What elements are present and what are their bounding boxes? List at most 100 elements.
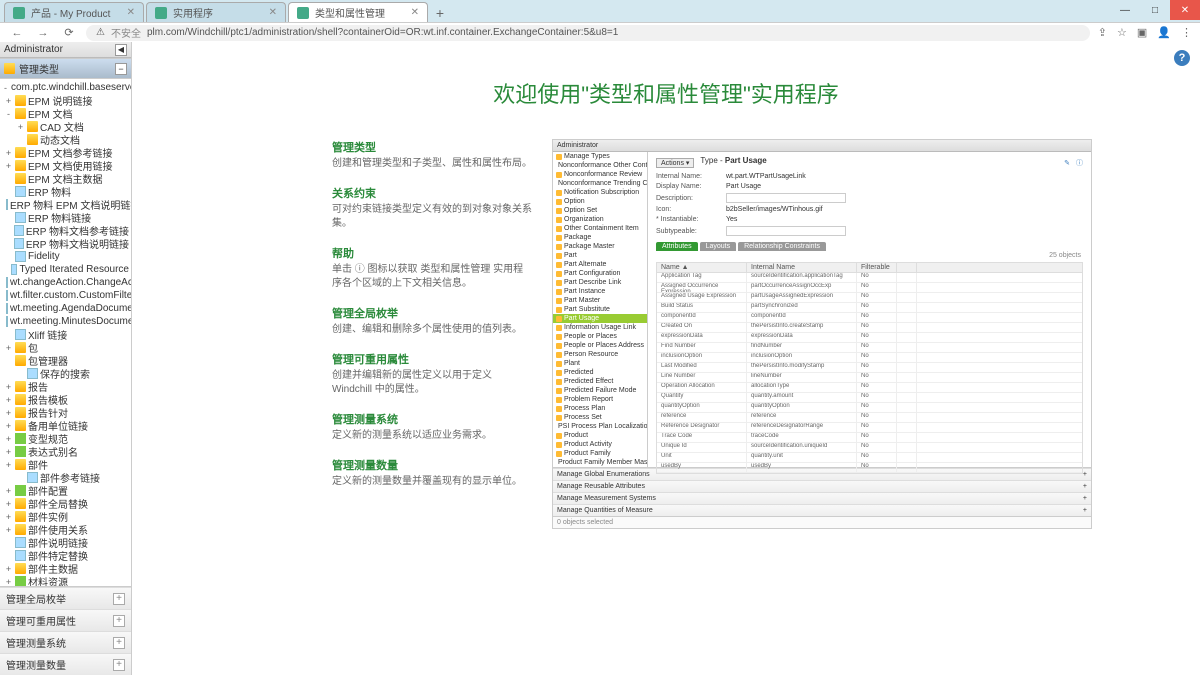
folder-icon: [27, 121, 38, 132]
tree-toggle[interactable]: +: [4, 486, 13, 496]
ss-table-row: componentIdcomponentIdNo: [657, 313, 1082, 323]
tree-toggle[interactable]: +: [4, 96, 13, 106]
ss-info-icon: ⓘ: [1076, 158, 1083, 168]
nav-back-button[interactable]: ←: [8, 24, 26, 42]
section-collapse-button[interactable]: −: [115, 63, 127, 75]
new-tab-button[interactable]: +: [430, 4, 450, 22]
folder-icon: [27, 134, 38, 145]
tree-item[interactable]: 保存的搜索: [0, 367, 131, 380]
ss-tree-item: Predicted Effect: [553, 377, 647, 386]
tree-toggle[interactable]: +: [4, 343, 13, 353]
tree-toggle[interactable]: +: [4, 395, 13, 405]
description-block: 帮助单击 ⓘ 图标以获取 类型和属性管理 实用程序各个区域的上下文相关信息。: [332, 245, 532, 291]
tree-toggle[interactable]: +: [16, 122, 25, 132]
description-text: 创建、编辑和删除多个属性使用的值列表。: [332, 323, 532, 337]
ss-tree-item: Information Usage Link: [553, 323, 647, 332]
description-title: 管理类型: [332, 139, 532, 155]
ss-form-row: Description:: [656, 193, 1083, 203]
bullet-icon: [556, 397, 562, 403]
ss-object-count: 25 objects: [1049, 252, 1081, 259]
tree-toggle[interactable]: +: [4, 512, 13, 522]
ss-table-row: expressionDataexpressionDataNo: [657, 333, 1082, 343]
tree-item-label: Typed Iterated Resource: [19, 264, 129, 275]
tree-toggle[interactable]: +: [4, 382, 13, 392]
ss-table-row: Quantityquantity.amountNo: [657, 393, 1082, 403]
help-icon[interactable]: ?: [1174, 50, 1190, 66]
tab-close-button[interactable]: ✕: [127, 7, 135, 18]
tree-item[interactable]: +材料资源: [0, 575, 131, 586]
ss-tab: Relationship Constraints: [738, 242, 826, 251]
bullet-icon: [556, 208, 562, 214]
nav-forward-button[interactable]: →: [34, 24, 52, 42]
sidebar-collapse-button[interactable]: ◀: [115, 44, 127, 56]
tree-item[interactable]: wt.filter.custom.CustomFilter: [0, 289, 131, 302]
tree-toggle[interactable]: +: [4, 148, 13, 158]
tree-toggle[interactable]: +: [4, 408, 13, 418]
tree-item[interactable]: Fidelity: [0, 250, 131, 263]
doc-icon: [6, 290, 8, 301]
extensions-icon[interactable]: ▣: [1137, 26, 1147, 39]
bullet-icon: [556, 289, 562, 295]
ss-tree-item: PSI Process Plan Localization Link: [553, 422, 647, 431]
panel-expand-button[interactable]: +: [113, 593, 125, 605]
ss-tree-item: Product Activity: [553, 440, 647, 449]
share-icon[interactable]: ⇪: [1098, 26, 1107, 39]
window-close-button[interactable]: ✕: [1170, 0, 1200, 20]
panel-expand-button[interactable]: +: [113, 615, 125, 627]
star-icon[interactable]: ☆: [1117, 26, 1127, 39]
panel-label: 管理全局枚举: [6, 591, 66, 606]
panel-expand-button[interactable]: +: [113, 637, 125, 649]
sidebar-panel[interactable]: 管理测量系统 +: [0, 631, 131, 653]
ss-tree-item: Part Alternate: [553, 260, 647, 269]
tree-toggle[interactable]: -: [4, 83, 7, 93]
tab-close-button[interactable]: ✕: [269, 7, 277, 18]
tree-item[interactable]: Xliff 链接: [0, 328, 131, 341]
panel-label: 管理测量系统: [6, 635, 66, 650]
tree-toggle[interactable]: +: [4, 525, 13, 535]
ss-table-row: usedByusedByNo: [657, 463, 1082, 473]
ss-edit-icon: ✎: [1064, 159, 1070, 167]
tree-toggle[interactable]: +: [4, 447, 13, 457]
tree-toggle[interactable]: +: [4, 564, 13, 574]
tree-toggle[interactable]: +: [4, 499, 13, 509]
tree-item[interactable]: ERP 物料文档说明链接: [0, 237, 131, 250]
doc-icon: [27, 368, 38, 379]
tree-toggle[interactable]: -: [4, 109, 13, 119]
favicon-icon: [13, 7, 25, 19]
profile-icon[interactable]: 👤: [1157, 26, 1171, 39]
browser-tab[interactable]: 产品 - My Product✕: [4, 2, 144, 22]
tree-toggle[interactable]: +: [4, 161, 13, 171]
sidebar: Administrator ◀ 管理类型 − -com.ptc.windchil…: [0, 42, 132, 675]
type-tree[interactable]: -com.ptc.windchill.baseserve+EPM 说明链接-EP…: [0, 79, 131, 586]
sidebar-panel[interactable]: 管理可重用属性 +: [0, 609, 131, 631]
tree-toggle[interactable]: +: [4, 421, 13, 431]
panel-expand-button[interactable]: +: [113, 659, 125, 671]
tree-toggle[interactable]: +: [4, 434, 13, 444]
panel-label: 管理可重用属性: [6, 613, 76, 628]
ss-tree-item: People or Places Address: [553, 341, 647, 350]
url-field[interactable]: ⚠ 不安全 plm.com/Windchill/ptc1/administrat…: [86, 25, 1090, 41]
nav-reload-button[interactable]: ⟳: [60, 24, 78, 42]
menu-icon[interactable]: ⋮: [1181, 26, 1192, 39]
browser-tab[interactable]: 类型和属性管理✕: [288, 2, 428, 22]
tree-item[interactable]: wt.meeting.AgendaDocumen: [0, 302, 131, 315]
sidebar-panel[interactable]: 管理全局枚举 +: [0, 587, 131, 609]
description-block: 管理类型创建和管理类型和子类型、属性和属性布局。: [332, 139, 532, 171]
browser-tab[interactable]: 实用程序✕: [146, 2, 286, 22]
sidebar-section-manage-types[interactable]: 管理类型 −: [0, 58, 131, 79]
tree-toggle[interactable]: +: [4, 460, 13, 470]
tree-item[interactable]: +表达式别名: [0, 445, 131, 458]
doc-icon: [14, 225, 24, 236]
tree-item[interactable]: wt.changeAction.ChangeAct: [0, 276, 131, 289]
tree-item[interactable]: Typed Iterated Resource: [0, 263, 131, 276]
window-minimize-button[interactable]: —: [1110, 0, 1140, 20]
description-title: 管理可重用属性: [332, 351, 532, 367]
tree-toggle[interactable]: +: [4, 577, 13, 587]
window-maximize-button[interactable]: □: [1140, 0, 1170, 20]
sidebar-panel[interactable]: 管理测量数量+: [0, 653, 131, 675]
folder-icon: [15, 420, 26, 431]
tab-close-button[interactable]: ✕: [411, 7, 419, 18]
favicon-icon: [155, 7, 167, 19]
bullet-icon: [556, 334, 562, 340]
bullet-icon: [556, 154, 562, 160]
